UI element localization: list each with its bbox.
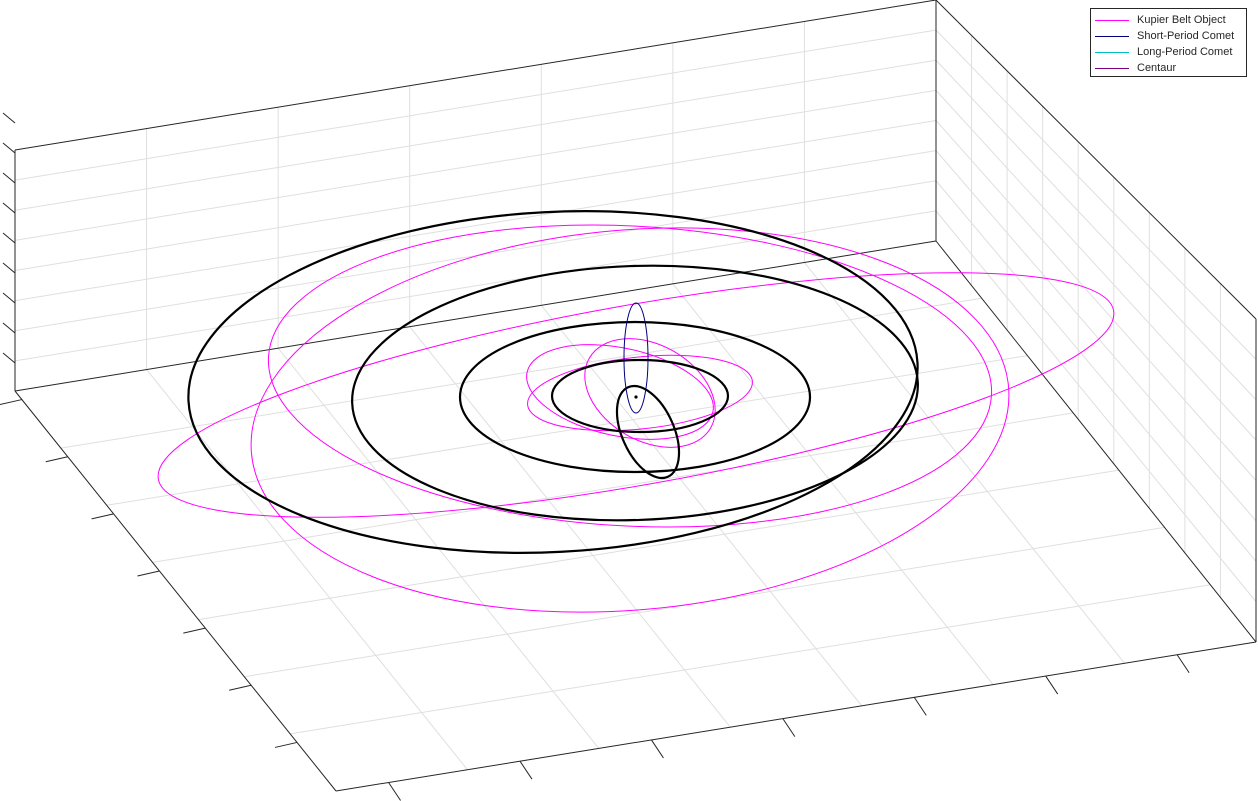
z-tick: [2, 322, 16, 334]
legend-label: Kupier Belt Object: [1137, 14, 1226, 26]
legend-label: Short-Period Comet: [1137, 30, 1235, 42]
z-tick: [2, 232, 16, 244]
floor-grid-line: [60, 297, 982, 449]
y-tick: [137, 570, 160, 577]
planet-orbit: [187, 210, 919, 554]
orbit-layer: [157, 210, 1115, 613]
x-tick: [913, 697, 927, 716]
planet-orbit: [550, 358, 730, 434]
legend-swatch: [1095, 68, 1129, 69]
x-tick: [1045, 675, 1059, 695]
back-wall-grid-line: [14, 120, 937, 271]
legend: Kupier Belt Object Short-Period Comet Lo…: [1090, 8, 1247, 77]
z-tick: [2, 112, 16, 124]
y-tick: [183, 627, 206, 634]
y-tick: [274, 741, 298, 748]
legend-item-centaur: Centaur: [1091, 60, 1246, 76]
floor-grid-line: [672, 283, 994, 685]
x-tick: [782, 718, 796, 737]
side-wall-grid-line: [935, 180, 1257, 562]
axes-edge: [14, 0, 937, 151]
back-wall-grid-line: [14, 29, 937, 181]
legend-label: Centaur: [1137, 62, 1177, 74]
x-tick: [1176, 654, 1190, 674]
y-tick: [229, 684, 252, 691]
y-tick: [45, 456, 68, 463]
side-wall-grid-line: [935, 90, 1257, 441]
legend-swatch: [1095, 20, 1129, 21]
floor-grid-line: [198, 469, 1119, 621]
floor-grid-line: [804, 262, 1125, 664]
z-tick: [2, 292, 16, 304]
side-wall-grid-line: [935, 210, 1257, 602]
axes-edge: [335, 641, 1257, 792]
back-wall-grid-line: [14, 150, 937, 302]
sun-marker: [634, 395, 638, 399]
z-tick: [2, 142, 16, 154]
y-tick: [91, 513, 114, 520]
legend-item-kbo: Kupier Belt Object: [1091, 12, 1246, 28]
axes-edge: [14, 390, 337, 792]
axis-ticks: [0, 112, 1190, 801]
orbit-plot-3d: [0, 0, 1257, 801]
floor-grid-line: [290, 584, 1211, 735]
back-wall-grid-line: [14, 59, 937, 211]
z-tick: [2, 262, 16, 274]
y-tick: [0, 399, 22, 406]
x-tick: [651, 739, 664, 759]
z-tick: [2, 202, 16, 214]
legend-item-short-period-comet: Short-Period Comet: [1091, 28, 1246, 44]
z-tick: [2, 352, 16, 364]
legend-label: Long-Period Comet: [1137, 46, 1233, 58]
x-tick: [519, 760, 533, 780]
floor-grid-line: [106, 355, 1028, 506]
x-tick: [388, 782, 401, 801]
legend-item-long-period-comet: Long-Period Comet: [1091, 44, 1246, 60]
kbo-orbit: [267, 224, 993, 528]
side-wall-grid-line: [935, 59, 1257, 401]
legend-swatch: [1095, 52, 1129, 53]
z-tick: [2, 172, 16, 184]
legend-swatch: [1095, 36, 1129, 37]
centaur-orbit: [526, 344, 714, 440]
side-wall-grid-line: [935, 29, 1257, 360]
